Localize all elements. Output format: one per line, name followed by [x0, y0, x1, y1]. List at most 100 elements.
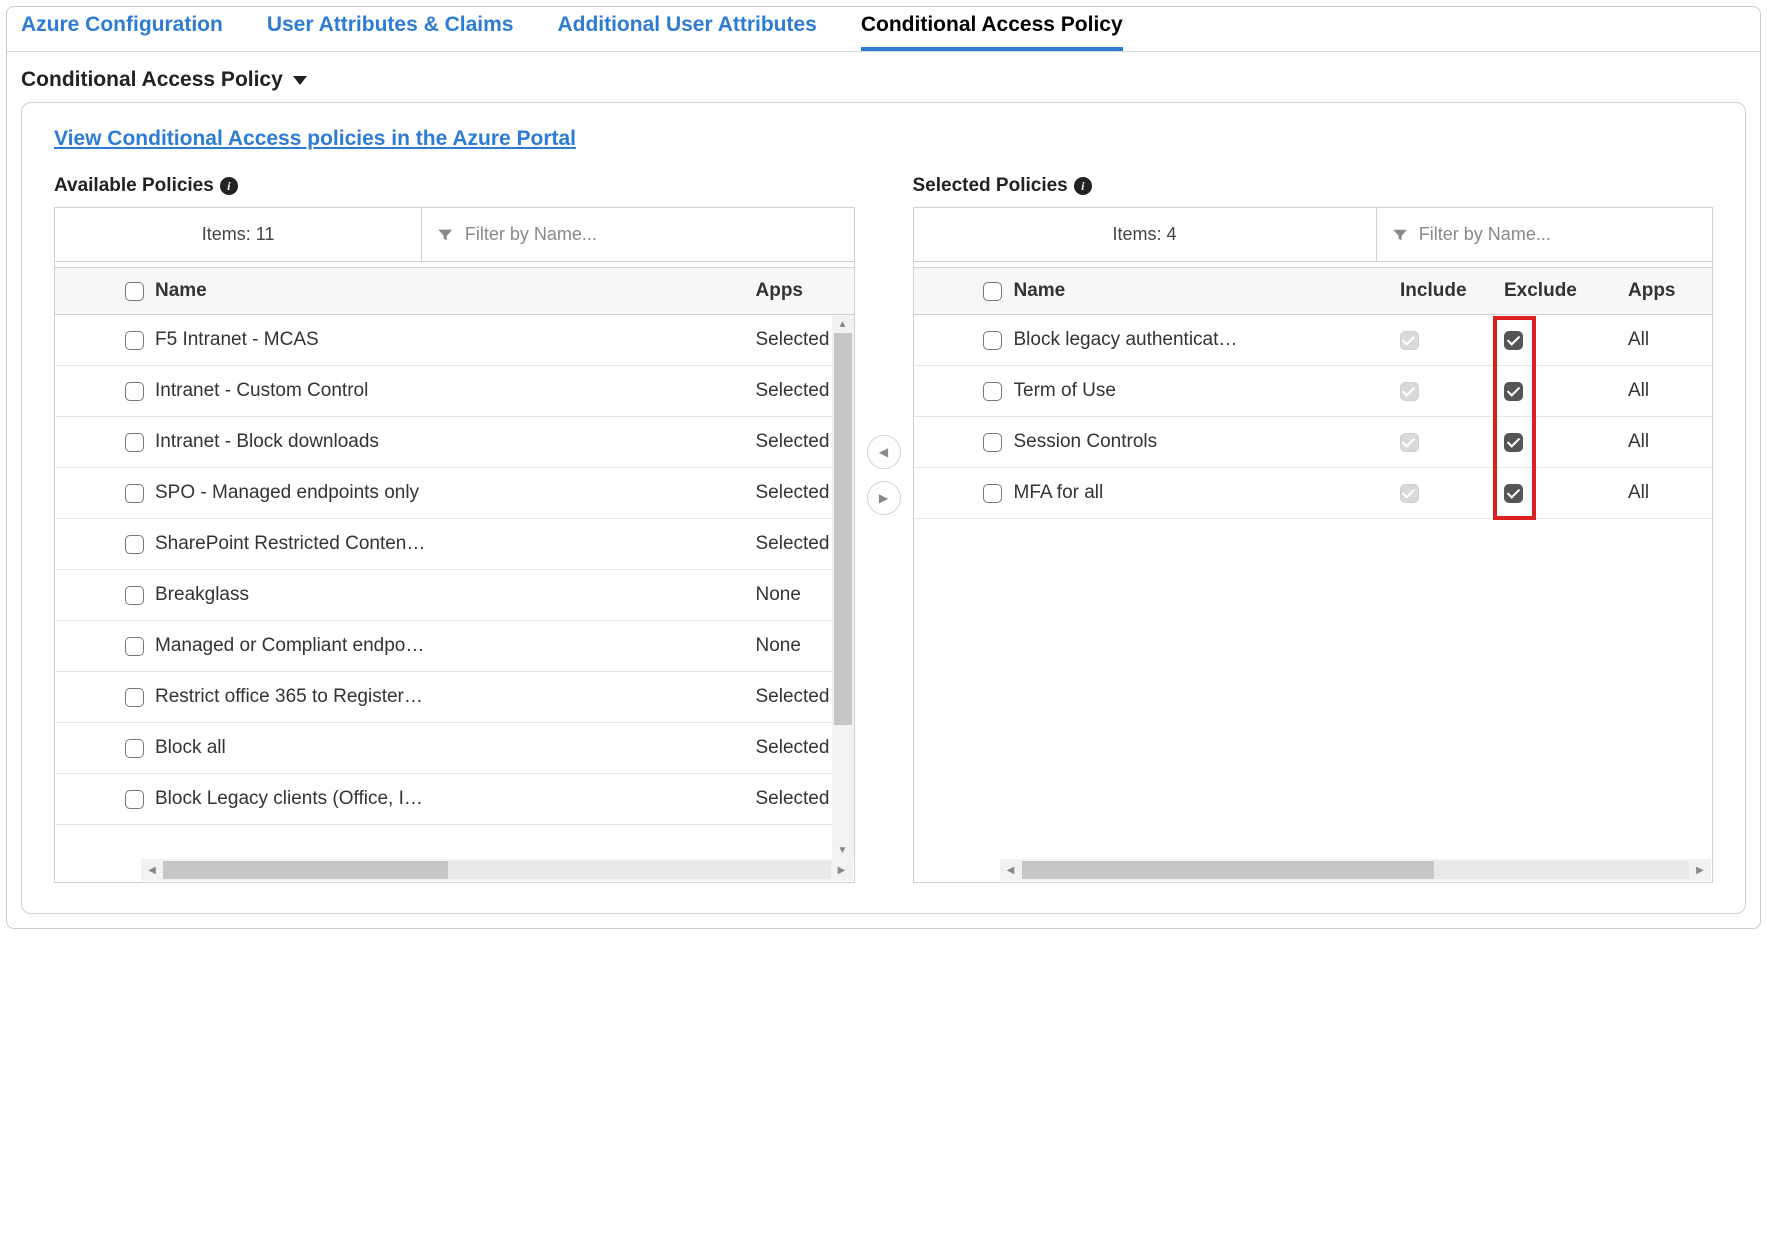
policy-apps: All [1628, 329, 1712, 351]
available-filter [422, 208, 853, 261]
exclude-checkbox[interactable] [1504, 484, 1523, 503]
policy-name: F5 Intranet - MCAS [155, 329, 756, 351]
row-checkbox[interactable] [983, 382, 1002, 401]
app-frame: Azure Configuration User Attributes & Cl… [6, 6, 1761, 929]
policy-apps: All [1628, 380, 1712, 402]
header-apps[interactable]: Apps [1628, 280, 1712, 302]
table-row[interactable]: Intranet - Block downloadsSelected [55, 417, 854, 468]
row-checkbox[interactable] [983, 484, 1002, 503]
policy-name: SharePoint Restricted Conten… [155, 533, 756, 555]
table-row[interactable]: SharePoint Restricted Conten…Selected [55, 519, 854, 570]
selected-title: Selected Policies i [913, 175, 1714, 197]
transfer-controls: ◀ ▶ [867, 175, 901, 515]
row-checkbox[interactable] [125, 382, 144, 401]
row-checkbox[interactable] [983, 433, 1002, 452]
table-row[interactable]: MFA for all All [914, 468, 1713, 519]
row-checkbox[interactable] [125, 739, 144, 758]
row-checkbox[interactable] [125, 637, 144, 656]
available-body: F5 Intranet - MCASSelectedIntranet - Cus… [55, 315, 854, 859]
tab-bar: Azure Configuration User Attributes & Cl… [7, 7, 1760, 52]
table-row[interactable]: SPO - Managed endpoints onlySelected [55, 468, 854, 519]
policy-name: Block Legacy clients (Office, I… [155, 788, 756, 810]
policy-name: Managed or Compliant endpo… [155, 635, 756, 657]
header-name[interactable]: Name [155, 280, 756, 302]
horizontal-scrollbar[interactable]: ◀ ▶ [1000, 859, 1712, 881]
policy-name: Term of Use [1014, 380, 1401, 402]
row-checkbox[interactable] [983, 331, 1002, 350]
include-checkbox[interactable] [1400, 331, 1419, 350]
filter-icon [1391, 225, 1409, 245]
policy-apps: All [1628, 482, 1712, 504]
selected-header-row: Name Include Exclude Apps [914, 268, 1713, 315]
tab-additional-user-attributes[interactable]: Additional User Attributes [557, 7, 816, 51]
policy-name: Restrict office 365 to Register… [155, 686, 756, 708]
section-header[interactable]: Conditional Access Policy [7, 52, 1760, 102]
policy-name: Session Controls [1014, 431, 1401, 453]
policy-name: SPO - Managed endpoints only [155, 482, 756, 504]
header-apps[interactable]: Apps [756, 280, 854, 302]
tab-user-attributes-claims[interactable]: User Attributes & Claims [267, 7, 514, 51]
chevron-down-icon [293, 76, 307, 85]
policy-apps: All [1628, 431, 1712, 453]
filter-icon [436, 225, 455, 245]
row-checkbox[interactable] [125, 586, 144, 605]
header-exclude[interactable]: Exclude [1504, 280, 1628, 302]
available-column: Available Policies i Items: 11 [54, 175, 855, 883]
selected-toolbar: Items: 4 [914, 208, 1713, 262]
horizontal-scrollbar[interactable]: ◀ ▶ [141, 859, 853, 881]
policy-name: Breakglass [155, 584, 756, 606]
table-row[interactable]: F5 Intranet - MCASSelected [55, 315, 854, 366]
tab-azure-configuration[interactable]: Azure Configuration [21, 7, 223, 51]
available-grid: Items: 11 Name Apps F5 Intr [54, 207, 855, 883]
exclude-checkbox[interactable] [1504, 433, 1523, 452]
available-filter-input[interactable] [465, 224, 840, 245]
tab-conditional-access-policy[interactable]: Conditional Access Policy [861, 7, 1123, 51]
policy-panel: View Conditional Access policies in the … [21, 102, 1746, 914]
table-row[interactable]: Restrict office 365 to Register…Selected [55, 672, 854, 723]
include-checkbox[interactable] [1400, 433, 1419, 452]
selected-filter-input[interactable] [1419, 224, 1698, 245]
header-include[interactable]: Include [1400, 280, 1504, 302]
table-row[interactable]: Block Legacy clients (Office, I…Selected [55, 774, 854, 825]
policy-name: Block legacy authenticat… [1014, 329, 1401, 351]
row-checkbox[interactable] [125, 688, 144, 707]
header-name[interactable]: Name [1014, 280, 1401, 302]
row-checkbox[interactable] [125, 484, 144, 503]
available-title: Available Policies i [54, 175, 855, 197]
policy-name: Block all [155, 737, 756, 759]
selected-column: Selected Policies i Items: 4 [913, 175, 1714, 883]
available-count: Items: 11 [55, 208, 422, 261]
selected-body: Block legacy authenticat… All Term of Use A… [914, 315, 1713, 859]
table-row[interactable]: Term of Use All [914, 366, 1713, 417]
include-checkbox[interactable] [1400, 484, 1419, 503]
table-row[interactable]: Block legacy authenticat… All [914, 315, 1713, 366]
row-checkbox[interactable] [125, 433, 144, 452]
policy-name: Intranet - Custom Control [155, 380, 756, 402]
policy-name: MFA for all [1014, 482, 1401, 504]
row-checkbox[interactable] [125, 331, 144, 350]
info-icon[interactable]: i [1074, 177, 1092, 195]
available-header-row: Name Apps [55, 268, 854, 315]
dual-list: Available Policies i Items: 11 [54, 175, 1713, 883]
include-checkbox[interactable] [1400, 382, 1419, 401]
vertical-scrollbar[interactable]: ▲ ▼ [832, 315, 854, 859]
exclude-checkbox[interactable] [1504, 331, 1523, 350]
move-left-button[interactable]: ◀ [867, 435, 901, 469]
available-toolbar: Items: 11 [55, 208, 854, 262]
table-row[interactable]: Managed or Compliant endpo…None [55, 621, 854, 672]
table-row[interactable]: Session Controls All [914, 417, 1713, 468]
info-icon[interactable]: i [220, 177, 238, 195]
selected-filter [1377, 208, 1712, 261]
section-title: Conditional Access Policy [21, 68, 283, 92]
row-checkbox[interactable] [125, 535, 144, 554]
exclude-checkbox[interactable] [1504, 382, 1523, 401]
table-row[interactable]: Intranet - Custom ControlSelected [55, 366, 854, 417]
available-select-all-checkbox[interactable] [125, 282, 144, 301]
move-right-button[interactable]: ▶ [867, 481, 901, 515]
selected-count: Items: 4 [914, 208, 1377, 261]
azure-portal-link[interactable]: View Conditional Access policies in the … [54, 127, 576, 151]
table-row[interactable]: Block allSelected [55, 723, 854, 774]
table-row[interactable]: BreakglassNone [55, 570, 854, 621]
row-checkbox[interactable] [125, 790, 144, 809]
selected-select-all-checkbox[interactable] [983, 282, 1002, 301]
